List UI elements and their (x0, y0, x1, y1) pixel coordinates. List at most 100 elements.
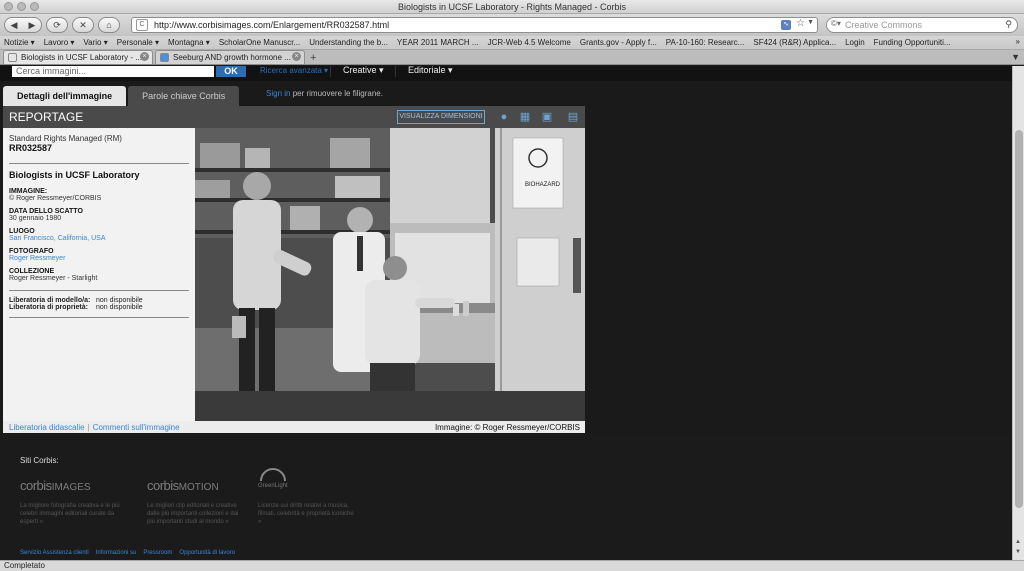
bookmark-item[interactable]: YEAR 2011 MARCH ... (397, 38, 479, 47)
separator: | (87, 422, 90, 432)
caption-release-link[interactable]: Liberatoria didascalie (9, 423, 85, 432)
zoom-window-button[interactable] (30, 2, 39, 11)
bookmark-item[interactable]: JCR-Web 4.5 Welcome (488, 38, 571, 47)
home-button[interactable]: ⌂ (98, 17, 120, 33)
calculator-icon[interactable]: ▦ (518, 110, 532, 124)
search-placeholder[interactable]: Creative Commons (845, 20, 922, 30)
site-footer: Siti Corbis: corbisIMAGES corbisMOTION G… (0, 434, 1012, 560)
browser-search-field[interactable]: ©▾ Creative Commons ⚲ (826, 17, 1018, 33)
view-sizes-button[interactable]: VISUALIZZA DIMENSIONI (397, 110, 485, 124)
corbis-motion-description: Le migliori clip editoriali e creative d… (147, 503, 239, 525)
bookmark-item[interactable]: Funding Opportuniti... (874, 38, 951, 47)
lightbulb-icon[interactable]: ● (497, 110, 511, 124)
back-forward-buttons[interactable]: ◀ ▶ (4, 17, 42, 33)
photographer-link[interactable]: Roger Ressmeyer (9, 255, 189, 262)
back-icon[interactable]: ◀ (11, 20, 18, 31)
window-title: Biologists in UCSF Laboratory - Rights M… (397, 2, 627, 12)
rss-icon[interactable]: ∿ (781, 20, 791, 30)
bookmark-item[interactable]: Notizie ▾ (4, 38, 35, 47)
bookmark-star-icon[interactable]: ☆ (796, 18, 805, 29)
bookmark-item[interactable]: Grants.gov - Apply f... (580, 38, 657, 47)
nav-creative[interactable]: Creative ▾ (330, 66, 384, 77)
browser-tab-active[interactable]: Biologists in UCSF Laboratory - ... × (3, 50, 153, 64)
image-id: RR032587 (9, 143, 53, 153)
tab-image-details[interactable]: Dettagli dell'immagine (3, 86, 127, 106)
field-label: FOTOGRAFO (9, 248, 54, 255)
lab-photograph[interactable]: BIOHAZARD (195, 128, 585, 391)
footer-link-careers[interactable]: Opportunità di lavoro (179, 550, 235, 556)
print-icon[interactable]: ▤ (566, 110, 580, 124)
bookmark-item[interactable]: SF424 (R&R) Applica... (753, 38, 836, 47)
field-value: 30 gennaio 1980 (9, 215, 62, 222)
stop-button[interactable]: ✕ (72, 17, 94, 33)
url-history-chevron-icon[interactable]: ▼ (807, 19, 814, 26)
bookmark-item[interactable]: PA-10-160: Researc... (666, 38, 745, 47)
scrollbar-thumb[interactable] (1015, 130, 1023, 508)
new-tab-button[interactable]: + (310, 52, 316, 64)
bookmark-item[interactable]: Montagna ▾ (168, 38, 210, 47)
image-search-input[interactable]: Cerca immagini... (12, 66, 214, 77)
site-favicon-icon: C (136, 19, 148, 31)
footer-links: Servizio Assistenza clienti Informazioni… (20, 550, 235, 556)
advanced-search-link[interactable]: Ricerca avanzata ▾ (260, 66, 328, 75)
stop-icon: ✕ (79, 19, 87, 30)
close-window-button[interactable] (4, 2, 13, 11)
vertical-scrollbar[interactable]: ▲ ▼ (1012, 66, 1024, 560)
image-info-column: Standard Rights Managed (RM) RR032587 Bi… (3, 128, 195, 421)
bookmark-item[interactable]: ScholarOne Manuscr... (219, 38, 300, 47)
search-ok-button[interactable]: OK (216, 66, 246, 77)
model-release-value: non disponibile (96, 297, 143, 304)
close-tab-icon[interactable]: × (140, 52, 149, 61)
footer-link-about[interactable]: Informazioni su (96, 550, 137, 556)
corbis-images-logo[interactable]: corbisIMAGES (20, 478, 91, 493)
rights-type: Standard Rights Managed (RM) (9, 134, 122, 143)
greenlight-label[interactable]: GreenLight (258, 483, 288, 489)
field-value: Roger Ressmeyer - Starlight (9, 275, 98, 282)
minimize-window-button[interactable] (17, 2, 26, 11)
tab-title[interactable]: Seeburg AND growth hormone ... (173, 53, 291, 62)
property-release-value: non disponibile (96, 304, 143, 311)
reload-button[interactable]: ⟳ (46, 17, 68, 33)
scroll-down-arrow-icon[interactable]: ▼ (1015, 549, 1021, 555)
footer-link-pressroom[interactable]: Pressroom (143, 550, 172, 556)
address-url[interactable]: http://www.corbisimages.com/Enlargement/… (154, 20, 389, 30)
footer-link-support[interactable]: Servizio Assistenza clienti (20, 550, 89, 556)
image-comments-link[interactable]: Commenti sull'immagine (93, 423, 180, 432)
scroll-up-arrow-icon[interactable]: ▲ (1015, 539, 1021, 545)
reload-icon: ⟳ (53, 19, 61, 30)
divider (9, 163, 189, 164)
nav-editoriale[interactable]: Editoriale ▾ (395, 66, 453, 77)
corbis-motion-logo[interactable]: corbisMOTION (147, 478, 219, 493)
tab-corbis-keywords[interactable]: Parole chiave Corbis (128, 86, 240, 106)
field-label: IMMAGINE: (9, 188, 48, 195)
bookmark-item[interactable]: Login (845, 38, 865, 47)
bookmark-item[interactable]: Lavoro ▾ (44, 38, 75, 47)
signin-link[interactable]: Sign in (266, 89, 290, 98)
tab-favicon-icon (160, 53, 169, 62)
tab-list-menu-icon[interactable]: ▼ (1011, 52, 1020, 62)
location-link[interactable]: San Francisco, California, USA (9, 235, 189, 242)
browser-tab[interactable]: Seeburg AND growth hormone ... × (155, 50, 305, 64)
creative-commons-icon[interactable]: ©▾ (831, 19, 845, 31)
close-tab-icon[interactable]: × (292, 52, 301, 61)
corbis-motion-logo-part1: corbis (147, 478, 179, 493)
tab-title[interactable]: Biologists in UCSF Laboratory - ... (21, 53, 142, 62)
search-icon[interactable]: ⚲ (1005, 19, 1012, 30)
bookmark-item[interactable]: Understanding the b... (309, 38, 388, 47)
field-label: DATA DELLO SCATTO (9, 208, 83, 215)
bookmarks-overflow-button[interactable]: » (1016, 37, 1020, 46)
signin-notice-text: per rimuovere le filigrane. (290, 89, 383, 98)
corbis-images-logo-part1: corbis (20, 478, 52, 493)
bookmark-item[interactable]: Personale ▾ (117, 38, 159, 47)
cart-icon[interactable]: ▣ (540, 110, 554, 124)
image-credit: Immagine: © Roger Ressmeyer/CORBIS (434, 422, 580, 432)
field-label: COLLEZIONE (9, 268, 55, 275)
address-bar[interactable]: C http://www.corbisimages.com/Enlargemen… (131, 17, 818, 33)
signin-notice: Sign in per rimuovere le filigrane. (266, 89, 383, 98)
corbis-sites-heading: Siti Corbis: (20, 456, 59, 465)
forward-icon[interactable]: ▶ (29, 20, 36, 31)
bookmark-item[interactable]: Vario ▾ (83, 38, 107, 47)
window-controls (4, 2, 39, 11)
divider (9, 290, 189, 291)
window-titlebar: Biologists in UCSF Laboratory - Rights M… (0, 0, 1024, 14)
